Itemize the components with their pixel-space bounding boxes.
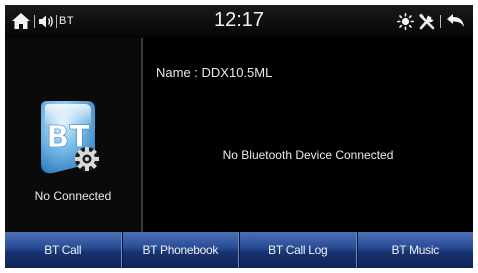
device-name: Name : DDX10.5ML [156,65,273,80]
bluetooth-logo-icon: BT [41,101,99,174]
status-bar: BT 12:17 [5,5,473,38]
device-info-panel: Name : DDX10.5ML No Bluetooth Device Con… [143,38,473,232]
brightness-icon[interactable] [397,13,414,30]
connection-status-panel: BT No Connected [5,38,141,232]
bluetooth-screen: BT 12:17 BT No Connected Name: DDX10.5M… [5,5,473,268]
tab-bt-call-log[interactable]: BT Call Log [239,232,357,268]
connection-message: No Bluetooth Device Connected [222,148,394,162]
back-icon[interactable] [446,13,466,29]
status-divider [440,15,441,28]
tab-bt-phonebook[interactable]: BT Phonebook [121,232,239,268]
tab-bt-music[interactable]: BT Music [356,232,473,268]
tab-bt-call[interactable]: BT Call [5,232,122,268]
bottom-tab-bar: BT Call BT Phonebook BT Call Log BT Musi… [5,232,473,268]
connection-status-text: No Connected [34,189,112,203]
settings-icon[interactable] [418,13,436,30]
